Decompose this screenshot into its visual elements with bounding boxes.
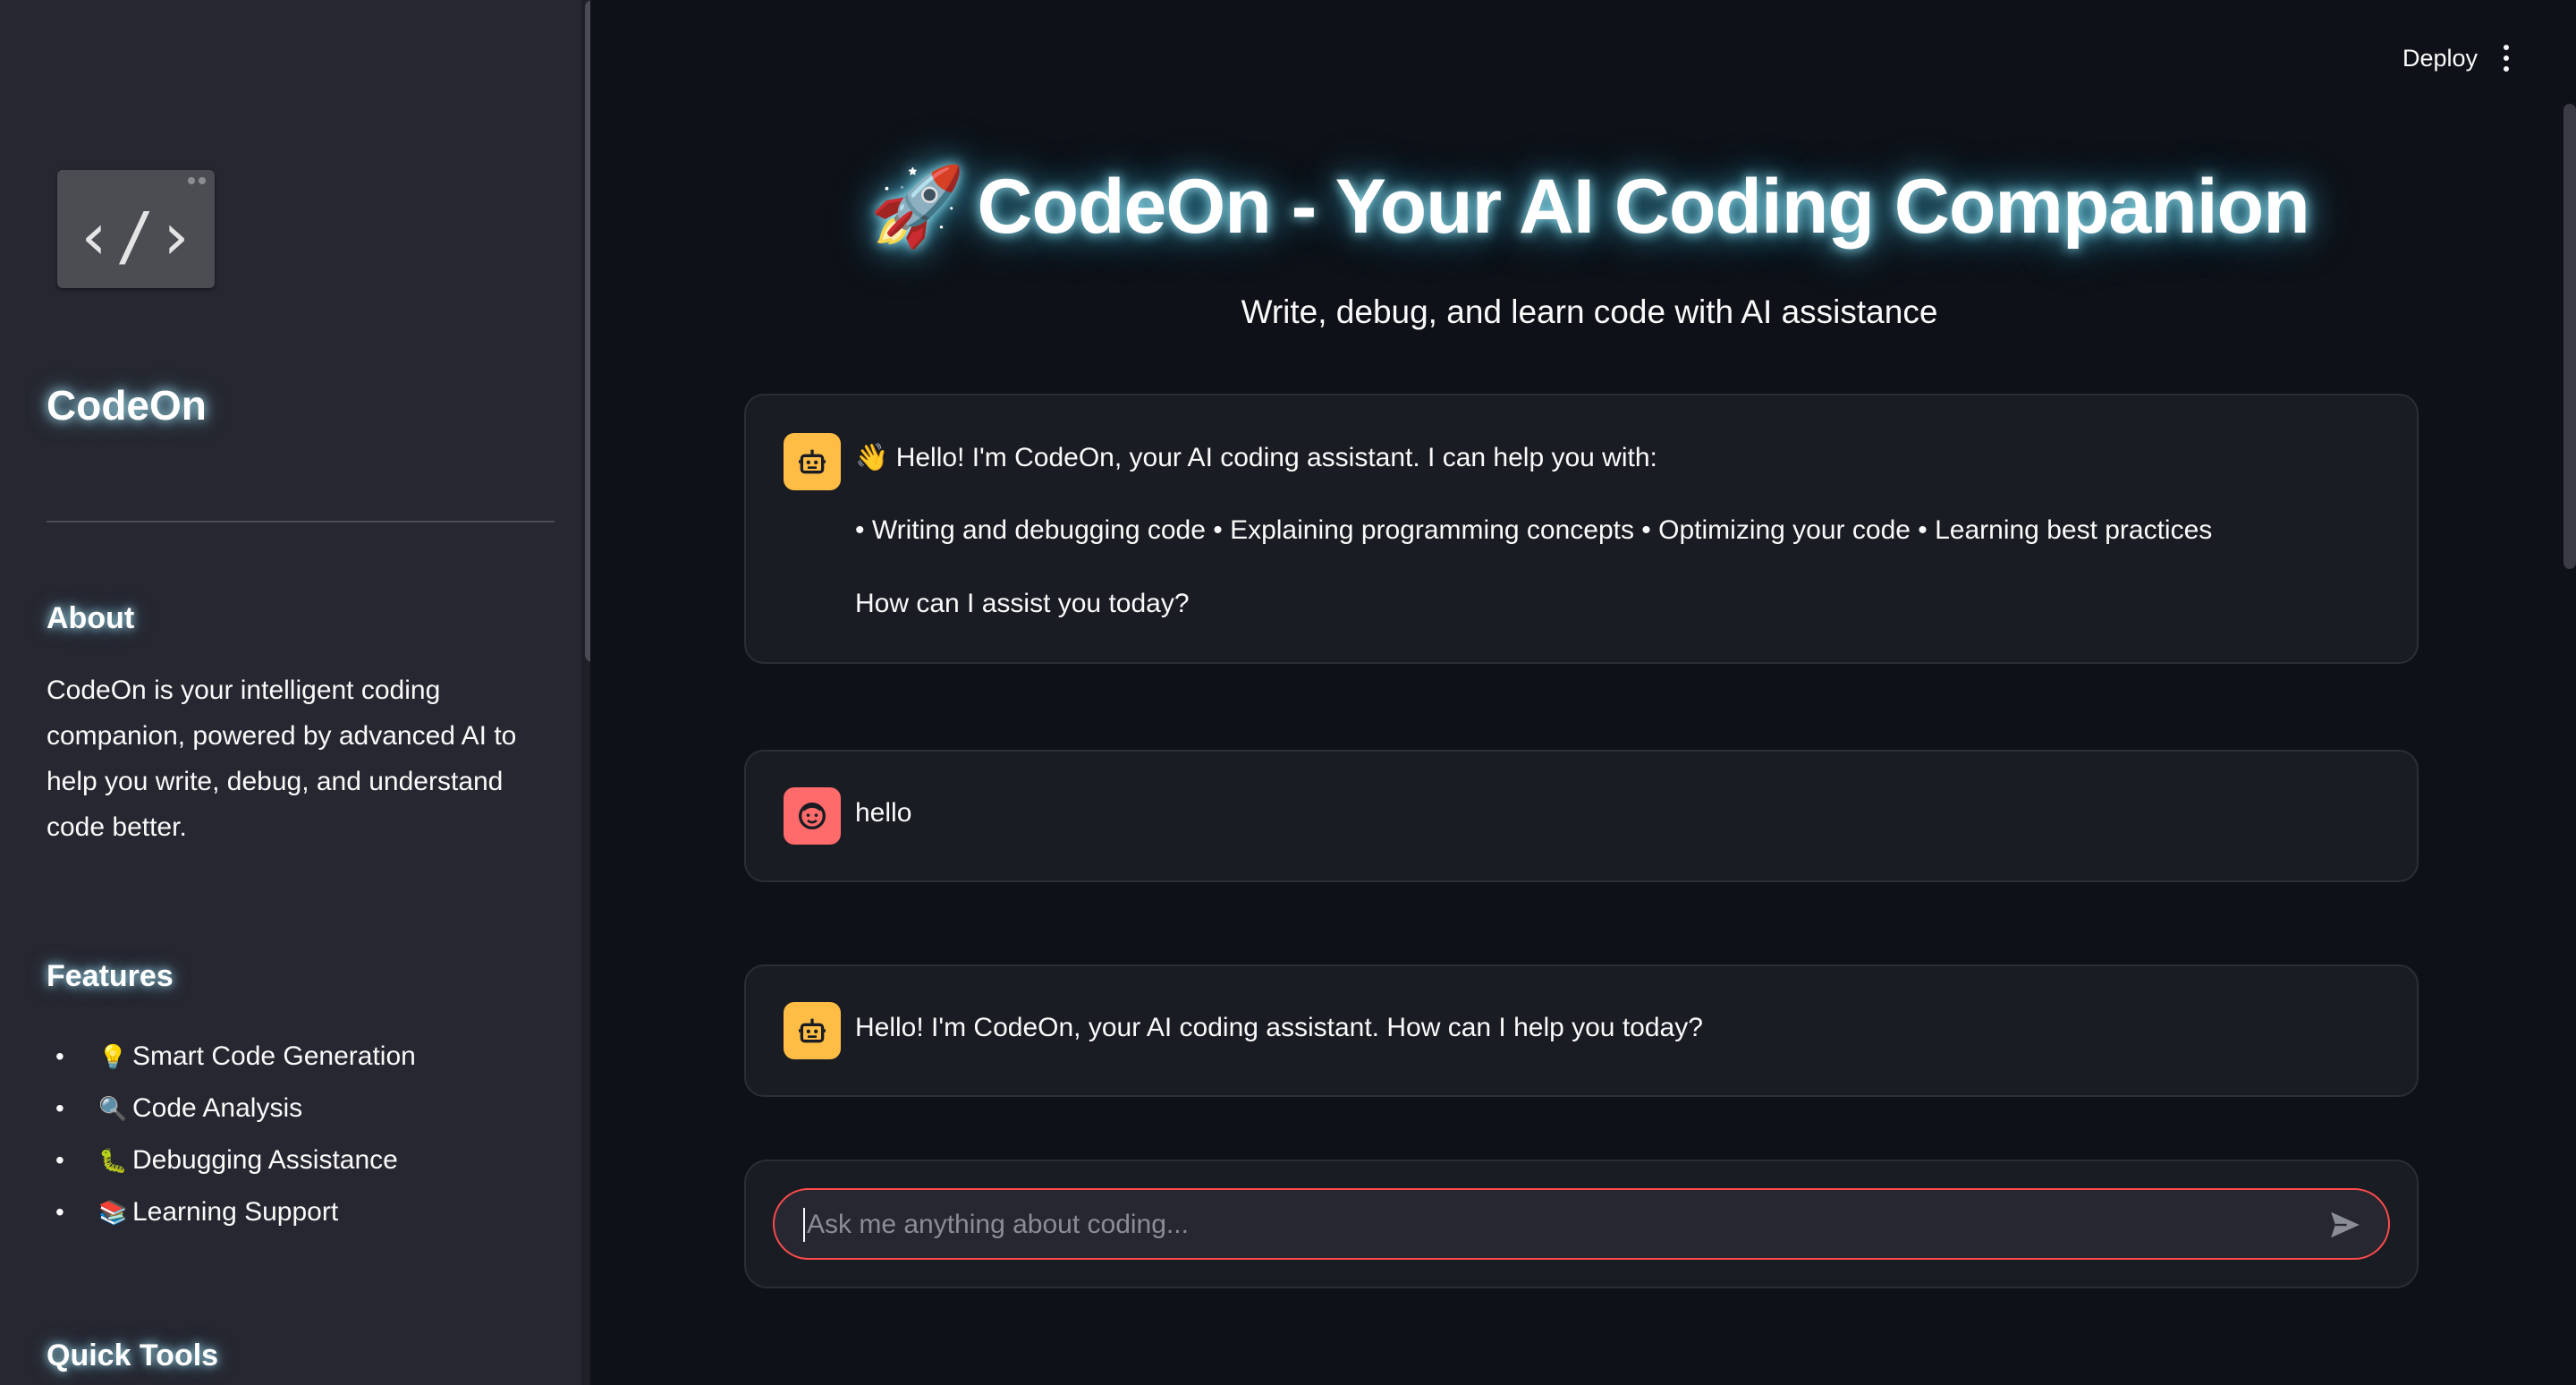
app-root: ‹/› CodeOn About CodeOn is your intellig… [0,0,2576,1385]
feature-label: Smart Code Generation [132,1041,416,1071]
lightbulb-icon: 💡 [98,1043,128,1070]
code-brackets-glyph: ‹/› [74,199,198,274]
user-avatar-icon [784,787,841,845]
sidebar-divider [47,521,555,523]
chat-message-assistant: Hello! I'm CodeOn, your AI coding assist… [744,964,2419,1097]
chat-message-user: hello [744,750,2419,882]
sidebar: ‹/› CodeOn About CodeOn is your intellig… [0,0,590,1385]
chat-message-assistant: 👋 Hello! I'm CodeOn, your AI coding assi… [744,394,2419,664]
face-icon [799,803,826,829]
features-heading: Features [47,959,174,993]
message-line: • Writing and debugging code • Explainin… [855,515,2213,545]
quick-tools-heading: Quick Tools [47,1338,219,1372]
features-list: • 💡 Smart Code Generation • 🔍 Code Analysi… [47,1031,416,1238]
robot-icon [799,449,826,474]
message-line: 👋 Hello! I'm CodeOn, your AI coding assi… [855,443,1657,472]
feature-label: Code Analysis [132,1093,303,1123]
message-text: Hello! I'm CodeOn, your AI coding assist… [855,1013,1703,1042]
deploy-button[interactable]: Deploy [2402,45,2478,72]
window-dots [188,177,206,184]
feature-item: • 💡 Smart Code Generation [47,1031,416,1083]
magnifier-icon: 🔍 [98,1095,128,1122]
about-text: CodeOn is your intelligent coding compan… [47,676,517,842]
about-heading: About [47,601,135,635]
bug-icon: 🐛 [98,1147,128,1174]
robot-icon [799,1018,826,1043]
sidebar-scrollbar[interactable] [585,0,590,662]
chat-input-container [744,1160,2419,1288]
feature-item: • 🐛 Debugging Assistance [47,1134,416,1186]
rocket-icon: 🚀 [869,164,965,250]
feature-item: • 🔍 Code Analysis [47,1083,416,1134]
feature-label: Debugging Assistance [132,1145,398,1175]
chat-input-box[interactable] [773,1188,2390,1260]
page-title: 🚀 CodeOn - Your AI Coding Companion [603,161,2576,251]
message-text: hello [855,798,912,828]
main-area: Deploy 🚀 CodeOn - Your AI Coding Companio… [603,0,2576,1385]
sidebar-title: CodeOn [47,382,207,429]
feature-label: Learning Support [132,1197,339,1227]
books-icon: 📚 [98,1199,128,1226]
code-logo-icon: ‹/› [57,170,215,288]
send-icon[interactable] [2327,1208,2363,1242]
message-line: How can I assist you today? [855,589,1190,618]
page-title-text: CodeOn - Your AI Coding Companion [977,164,2309,250]
feature-item: • 📚 Learning Support [47,1186,416,1238]
bot-avatar-icon [784,433,841,490]
bot-avatar-icon [784,1002,841,1059]
page-subtitle: Write, debug, and learn code with AI ass… [1241,293,1938,330]
kebab-menu-icon[interactable] [2501,45,2512,72]
chat-input-field[interactable] [805,1190,2311,1260]
